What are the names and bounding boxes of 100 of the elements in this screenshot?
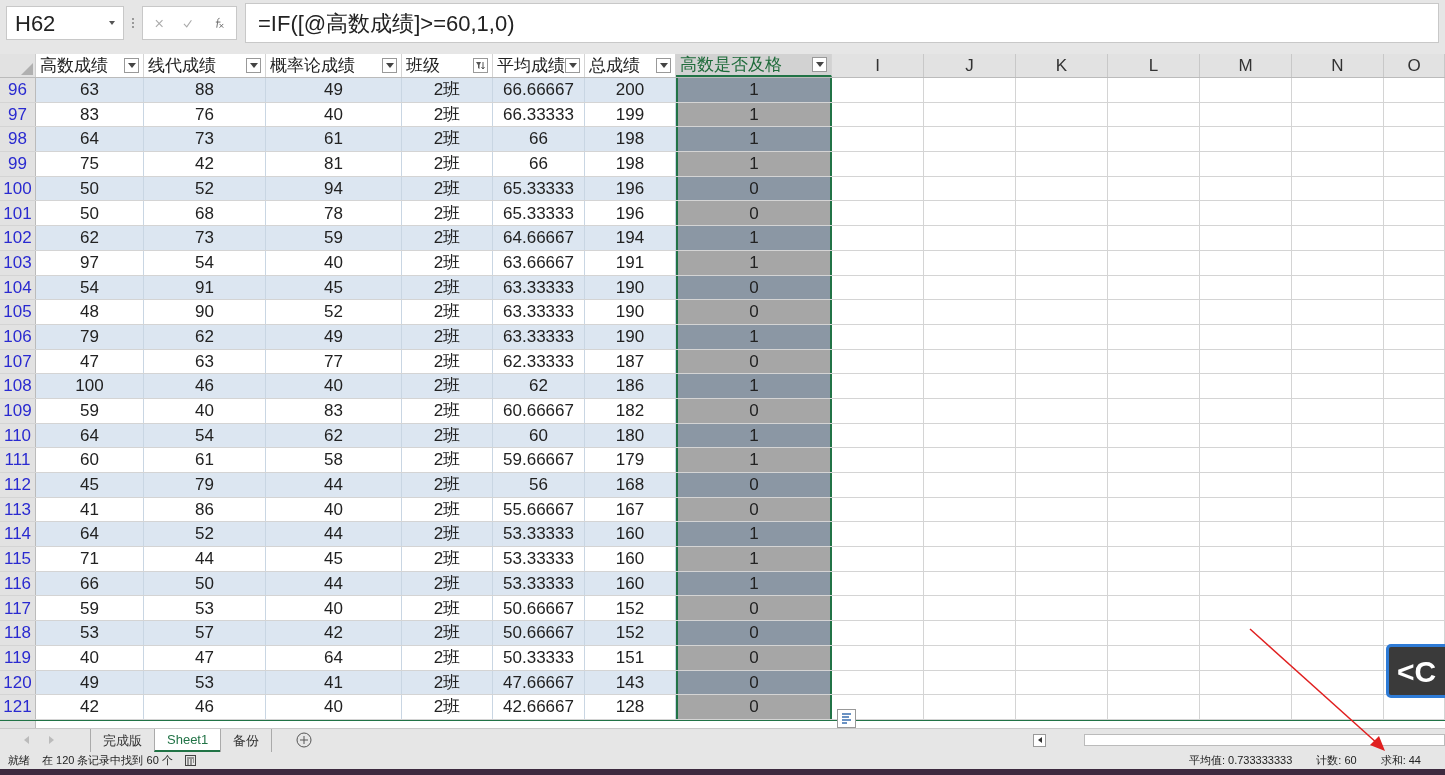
table-cell: 49	[266, 78, 402, 102]
add-sheet-icon[interactable]	[296, 732, 313, 749]
filter-dropdown-icon[interactable]	[565, 58, 580, 73]
column-header: O	[1384, 54, 1445, 77]
row-number[interactable]: 100	[0, 176, 36, 201]
filter-dropdown-icon[interactable]	[812, 57, 827, 72]
row-number[interactable]: 106	[0, 324, 36, 349]
status-average: 平均值: 0.733333333	[1188, 753, 1293, 769]
row-number[interactable]: 116	[0, 571, 36, 596]
table-cell: 64	[36, 423, 144, 448]
table-cell: 1	[676, 226, 832, 250]
table-cell: 54	[144, 423, 266, 448]
table-cell: 0	[676, 176, 832, 201]
column-header: 总成绩	[585, 54, 676, 77]
table-cell: 73	[144, 127, 266, 152]
table-cell: 160	[585, 571, 676, 596]
row-number[interactable]: 107	[0, 349, 36, 374]
table-cell: 0	[676, 645, 832, 670]
table-cell: 1	[676, 250, 832, 275]
table-cell: 62	[266, 423, 402, 448]
table-cell: 56	[493, 473, 585, 497]
caret-icon	[109, 21, 115, 25]
row-number[interactable]: 120	[0, 670, 36, 695]
table-cell: 65.33333	[493, 176, 585, 201]
row-number[interactable]: 110	[0, 423, 36, 448]
row-number[interactable]: 115	[0, 547, 36, 571]
table-cell: 79	[144, 473, 266, 497]
table-cell: 2班	[402, 621, 493, 645]
table-cell: 0	[676, 300, 832, 324]
row-number[interactable]: 112	[0, 473, 36, 497]
table-cell: 50	[36, 176, 144, 201]
table-cell: 91	[144, 275, 266, 300]
scroll-left-icon[interactable]	[1033, 733, 1046, 747]
row-number[interactable]: 102	[0, 226, 36, 250]
filter-applied-icon[interactable]	[473, 58, 488, 73]
column-header: 平均成绩	[493, 54, 585, 77]
horizontal-scrollbar[interactable]	[1033, 733, 1445, 748]
table-cell: 2班	[402, 522, 493, 547]
row-number[interactable]: 117	[0, 596, 36, 621]
row-number[interactable]: 104	[0, 275, 36, 300]
row-number[interactable]: 113	[0, 497, 36, 522]
filter-dropdown-icon[interactable]	[246, 58, 261, 73]
row-number[interactable]: 97	[0, 102, 36, 127]
filter-dropdown-icon[interactable]	[656, 58, 671, 73]
table-cell: 63.33333	[493, 275, 585, 300]
table-cell: 1	[676, 78, 832, 102]
name-box[interactable]: H62	[6, 6, 124, 40]
row-number[interactable]: 105	[0, 300, 36, 324]
table-cell: 160	[585, 522, 676, 547]
row-number[interactable]: 101	[0, 201, 36, 226]
sheet-tab[interactable]: 备份	[220, 728, 272, 752]
filter-dropdown-icon[interactable]	[382, 58, 397, 73]
row-number[interactable]: 114	[0, 522, 36, 547]
table-cell: 54	[36, 275, 144, 300]
table-cell: 50	[144, 571, 266, 596]
table-cell: 45	[36, 473, 144, 497]
column-header: 线代成绩	[144, 54, 266, 77]
table-cell: 49	[36, 670, 144, 695]
table-cell: 47.66667	[493, 670, 585, 695]
row-number[interactable]: 96	[0, 78, 36, 102]
table-cell: 180	[585, 423, 676, 448]
table-cell: 100	[36, 374, 144, 398]
table-cell: 42	[266, 621, 402, 645]
row-number[interactable]: 111	[0, 448, 36, 472]
quick-analysis-icon[interactable]	[837, 709, 856, 728]
table-cell: 59	[266, 226, 402, 250]
row-number[interactable]: 121	[0, 695, 36, 719]
table-cell: 62	[493, 374, 585, 398]
sheet-tab[interactable]: Sheet1	[154, 728, 221, 752]
row-number[interactable]: 108	[0, 374, 36, 398]
formula-field[interactable]: =IF([@高数成绩]>=60,1,0)	[245, 3, 1439, 43]
row-number[interactable]: 109	[0, 398, 36, 423]
table-cell: 1	[676, 127, 832, 152]
table-cell: 66	[493, 127, 585, 152]
table-cell: 2班	[402, 473, 493, 497]
row-number[interactable]: 98	[0, 127, 36, 152]
table-cell: 62	[144, 324, 266, 349]
column-header: 高数成绩	[36, 54, 144, 77]
row-number[interactable]: 99	[0, 152, 36, 176]
table-cell: 2班	[402, 226, 493, 250]
row-number[interactable]: 118	[0, 621, 36, 645]
column-header: I	[832, 54, 924, 77]
check-icon[interactable]	[183, 18, 193, 28]
table-cell: 168	[585, 473, 676, 497]
table-cell: 200	[585, 78, 676, 102]
column-header: K	[1016, 54, 1108, 77]
row-number[interactable]: 119	[0, 645, 36, 670]
table-cell: 53.33333	[493, 522, 585, 547]
calculator-icon[interactable]	[184, 754, 196, 766]
row-number[interactable]: 103	[0, 250, 36, 275]
table-cell: 1	[676, 547, 832, 571]
table-cell: 1	[676, 102, 832, 127]
table-cell: 63.33333	[493, 324, 585, 349]
table-cell: 2班	[402, 275, 493, 300]
table-cell: 2班	[402, 176, 493, 201]
table-cell: 46	[144, 374, 266, 398]
table-cell: 0	[676, 398, 832, 423]
filter-dropdown-icon[interactable]	[124, 58, 139, 73]
table-cell: 0	[676, 670, 832, 695]
table-cell: 2班	[402, 127, 493, 152]
